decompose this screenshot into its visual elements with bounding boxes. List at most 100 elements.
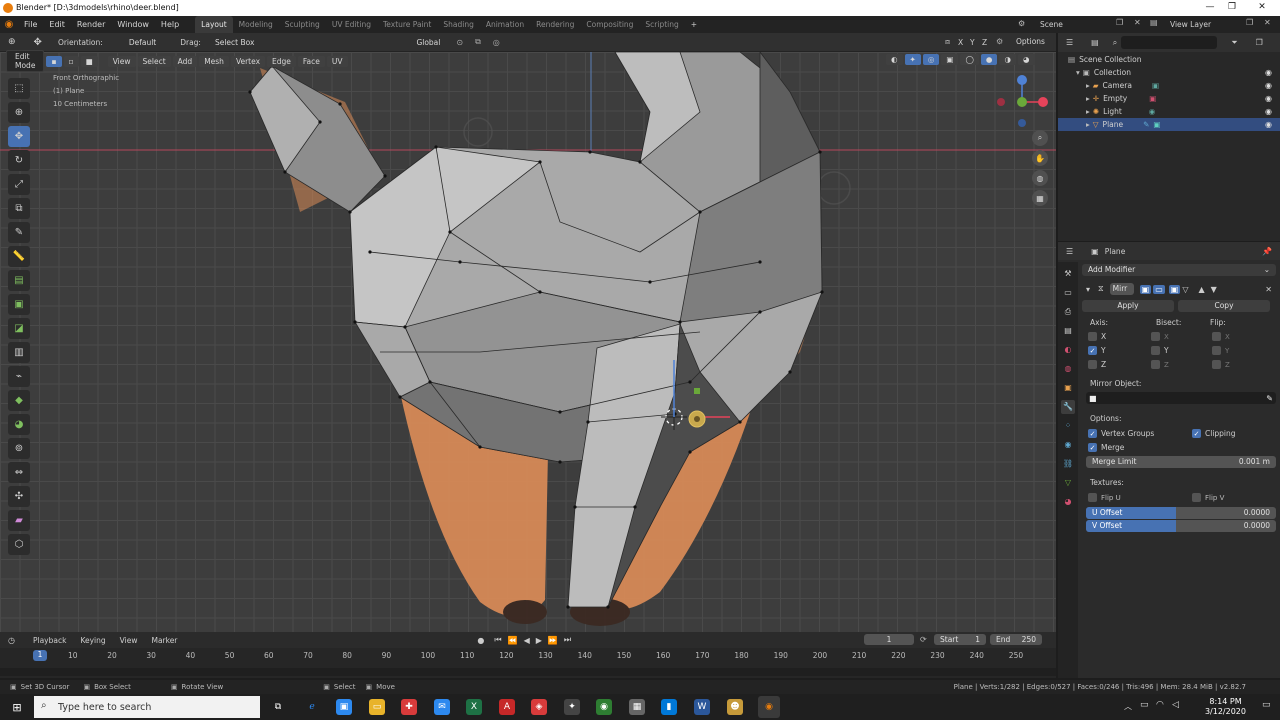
menu-render[interactable]: Render — [71, 16, 111, 33]
measure-tool-icon[interactable]: 📏 — [8, 246, 30, 267]
v-offset-field[interactable]: V Offset 0.0000 — [1086, 520, 1276, 532]
eye-icon[interactable]: ◉ — [1265, 81, 1272, 90]
scale-tool-icon[interactable]: ⤢ — [8, 174, 30, 195]
menu-file[interactable]: File — [18, 16, 43, 33]
eye-icon[interactable]: ◉ — [1265, 107, 1272, 116]
menu-marker[interactable]: Marker — [151, 636, 177, 645]
menu-face[interactable]: Face — [297, 55, 325, 67]
menu-playback[interactable]: Playback — [33, 636, 66, 645]
material-shading-icon[interactable]: ◑ — [999, 54, 1016, 65]
close-window-button[interactable]: ✕ — [1252, 2, 1272, 12]
light-data-icon[interactable]: ◉ — [1149, 107, 1156, 116]
menu-uv[interactable]: UV — [326, 55, 348, 67]
mesh-options-icon[interactable]: ⚙ — [996, 37, 1003, 46]
particles-tab-icon[interactable]: ⁘ — [1061, 419, 1075, 433]
mail-icon[interactable]: ✉ — [434, 699, 450, 715]
menu-help[interactable]: Help — [155, 16, 185, 33]
data-tab-icon[interactable]: ▽ — [1061, 476, 1075, 490]
add-workspace-button[interactable]: + — [685, 16, 703, 33]
smooth-tool-icon[interactable]: ⊚ — [8, 438, 30, 459]
media-icon[interactable]: ✦ — [564, 699, 580, 715]
merge-limit-field[interactable]: Merge Limit 0.001 m — [1086, 456, 1276, 468]
outliner-item-camera[interactable]: ▸ ▰ Camera ▣ ◉ — [1058, 79, 1280, 92]
rip-tool-icon[interactable]: ⬡ — [8, 534, 30, 555]
mirror-options-icon[interactable]: ⧈ — [945, 37, 950, 47]
add-modifier-dropdown[interactable]: Add Modifier ⌄ — [1082, 264, 1276, 276]
flip-z-checkbox[interactable] — [1212, 360, 1221, 369]
timeline-ruler[interactable]: 1 10 20 30 40 50 60 70 80 90 100 110 120 130 140 150 16… — [0, 648, 1056, 678]
mirror-object-field[interactable]: ■ ✎ — [1086, 392, 1276, 404]
bisect-z-checkbox[interactable] — [1151, 360, 1160, 369]
properties-editor-icon[interactable]: ☰ — [1066, 247, 1073, 256]
physics-tab-icon[interactable]: ◉ — [1061, 438, 1075, 452]
outliner-item-empty[interactable]: ▸ ✛ Empty ▣ ◉ — [1058, 92, 1280, 105]
blender-taskbar-icon[interactable]: ◉ — [758, 696, 780, 718]
knife-tool-icon[interactable]: ⌁ — [8, 366, 30, 387]
expand-icon[interactable]: ▸ — [1086, 81, 1090, 90]
transform-orientation-dropdown[interactable]: Global — [410, 37, 446, 48]
windows-start-icon[interactable]: ⊞ — [9, 699, 25, 715]
shear-tool-icon[interactable]: ▰ — [8, 510, 30, 531]
taskbar-clock[interactable]: 8:14 PM 3/12/2020 — [1205, 697, 1246, 717]
view-layer-tab-icon[interactable]: ▤ — [1061, 324, 1075, 338]
tab-scripting[interactable]: Scripting — [639, 16, 684, 33]
eye-icon[interactable]: ◉ — [1265, 94, 1272, 103]
edge-slide-tool-icon[interactable]: ⇔ — [8, 462, 30, 483]
outliner-search-icon[interactable]: ⌕ — [1113, 38, 1117, 48]
eye-icon[interactable]: ◉ — [1265, 120, 1272, 129]
render-toggle-icon[interactable]: ▣ — [1168, 284, 1181, 294]
wireframe-shading-icon[interactable]: ◯ — [960, 54, 979, 65]
menu-view[interactable]: View — [107, 55, 136, 67]
camera-view-icon[interactable]: ◍ — [1032, 170, 1048, 186]
tray-chevron-icon[interactable]: ︿ — [1124, 701, 1132, 712]
cage-toggle-icon[interactable]: ▽ — [1182, 285, 1188, 294]
maximize-button[interactable]: ❐ — [1222, 2, 1242, 12]
expand-icon[interactable]: ▸ — [1086, 120, 1090, 129]
notifications-icon[interactable]: ▭ — [1262, 700, 1271, 710]
spin-tool-icon[interactable]: ◕ — [8, 414, 30, 435]
modifier-icon[interactable]: ✎ — [1143, 120, 1149, 129]
xray-toggle-icon[interactable]: ▣ — [941, 54, 959, 65]
flip-v-checkbox[interactable] — [1192, 493, 1201, 502]
record-icon[interactable]: ● — [477, 636, 484, 645]
preview-range-icon[interactable]: ⟳ — [920, 635, 927, 644]
select-box-tool-icon[interactable]: ⬚ — [8, 78, 30, 99]
next-keyframe-icon[interactable]: ⏩ — [548, 636, 558, 645]
proportional-edit-icon[interactable]: ◎ — [493, 38, 500, 47]
network-icon[interactable]: ▭ — [1140, 700, 1149, 710]
menu-keying[interactable]: Keying — [80, 636, 105, 645]
drag-dropdown[interactable]: Select Box — [209, 37, 260, 48]
eyedropper-icon[interactable]: ✎ — [1266, 394, 1273, 403]
acrobat-icon[interactable]: A — [499, 699, 515, 715]
scene-tab-icon[interactable]: ◐ — [1061, 343, 1075, 357]
axis-x-checkbox[interactable] — [1088, 332, 1097, 341]
modifier-name-field[interactable]: Mirr — [1109, 283, 1134, 295]
modifier-tab-icon[interactable]: 🔧 — [1061, 400, 1075, 414]
material-tab-icon[interactable]: ◕ — [1061, 495, 1075, 509]
remove-scene-icon[interactable]: ✕ — [1134, 18, 1141, 27]
expand-icon[interactable]: ▸ — [1086, 94, 1090, 103]
tab-sculpting[interactable]: Sculpting — [279, 16, 326, 33]
tab-animation[interactable]: Animation — [480, 16, 530, 33]
calculator-icon[interactable]: ▦ — [629, 699, 645, 715]
apply-button[interactable]: Apply — [1082, 300, 1174, 312]
menu-edit[interactable]: Edit — [43, 16, 71, 33]
extrude-tool-icon[interactable]: ▤ — [8, 270, 30, 291]
rotate-tool-icon[interactable]: ↻ — [8, 150, 30, 171]
blender-menu-icon[interactable]: ◉ — [0, 19, 18, 30]
menu-window[interactable]: Window — [111, 16, 155, 33]
store-icon[interactable]: ▣ — [336, 699, 352, 715]
axis-y-checkbox[interactable]: ✓ — [1088, 346, 1097, 355]
app-icon[interactable]: ✚ — [401, 699, 417, 715]
filter-icon[interactable]: ⏷ — [1231, 38, 1237, 48]
outliner-item-light[interactable]: ▸ ✺ Light ◉ ◉ — [1058, 105, 1280, 118]
play-icon[interactable]: ▶ — [536, 636, 542, 645]
copy-button[interactable]: Copy — [1178, 300, 1270, 312]
eye-icon[interactable]: ◉ — [1265, 68, 1272, 77]
solid-shading-icon[interactable]: ● — [980, 54, 998, 65]
camera-data-icon[interactable]: ▣ — [1152, 81, 1159, 90]
u-offset-field[interactable]: U Offset 0.0000 — [1086, 507, 1276, 519]
new-collection-icon[interactable]: ❐ — [1256, 38, 1263, 47]
expand-icon[interactable]: ▸ — [1086, 107, 1090, 116]
tab-layout[interactable]: Layout — [195, 16, 233, 33]
